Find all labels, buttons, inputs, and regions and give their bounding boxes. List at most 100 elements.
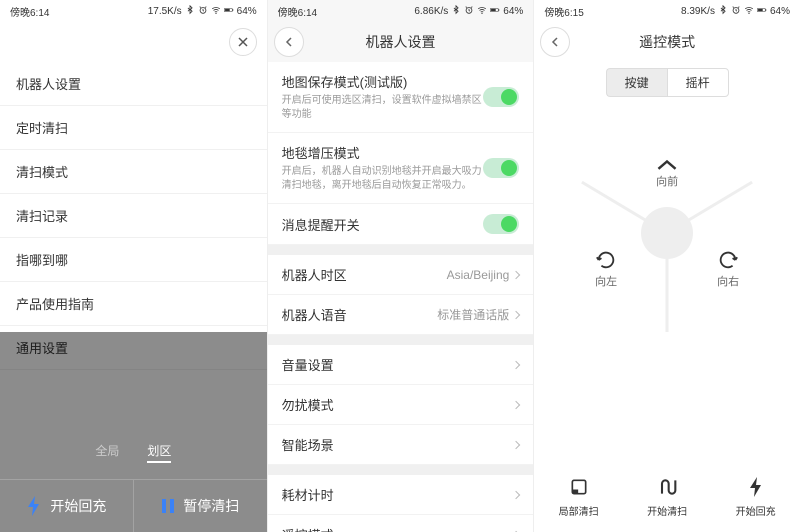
chevron-left-icon [284,37,294,47]
alarm-icon [731,5,741,18]
menu-list: 机器人设置 定时清扫 清扫模式 清扫记录 指哪到哪 产品使用指南 通用设置 [0,62,267,370]
action-recharge[interactable]: 开始回充 [0,480,133,532]
row-dnd[interactable]: 勿扰模式 [268,385,534,425]
row-voice[interactable]: 机器人语音 标准普通话版 [268,295,534,335]
row-value: Asia/Beijing [447,268,510,282]
status-speed: 8.39K/s [681,6,715,17]
action-pause[interactable]: 暂停清扫 [133,480,267,532]
page-header: 遥控模式 [534,22,800,62]
page-title: 遥控模式 [534,32,800,52]
close-icon [237,36,249,48]
close-row [0,22,267,62]
action-start-clean[interactable]: 开始清扫 [647,477,687,518]
dpad-right-label: 向右 [717,249,739,289]
row-map-save[interactable]: 地图保存模式(测试版) 开启后可使用选区清扫，设置软件虚拟墙禁区等功能 [268,62,534,133]
path-icon [657,477,677,497]
tab-buttons[interactable]: 按键 [606,68,667,97]
page-title: 机器人设置 [268,32,534,52]
row-title: 机器人时区 [282,265,347,284]
status-bar: 傍晚6:14 6.86K/s 64% [268,0,534,22]
status-time: 傍晚6:14 [10,4,49,19]
bolt-icon [26,496,42,516]
pause-icon [161,498,175,514]
menu-item-clean-mode[interactable]: 清扫模式 [0,150,267,194]
row-value: 标准普通话版 [437,306,509,323]
bluetooth-icon [185,5,195,18]
row-title: 耗材计时 [282,485,334,504]
action-label: 开始清扫 [647,503,687,518]
menu-item-clean-history[interactable]: 清扫记录 [0,194,267,238]
menu-item-scheduled-clean[interactable]: 定时清扫 [0,106,267,150]
action-pause-label: 暂停清扫 [183,496,239,516]
chevron-right-icon [512,310,520,318]
back-button[interactable] [274,27,304,57]
wifi-icon [477,5,487,18]
rotate-cw-icon [717,249,739,271]
action-recharge[interactable]: 开始回充 [736,477,776,518]
bluetooth-icon [451,5,461,18]
wifi-icon [211,5,221,18]
chevron-right-icon [512,270,520,278]
back-button[interactable] [540,27,570,57]
segment-full[interactable]: 全局 [95,442,119,463]
panel-robot-settings: 傍晚6:14 6.86K/s 64% 机器人设置 地图保存模式(测试版) 开启后… [267,0,534,532]
chevron-right-icon [512,400,520,408]
battery-icon [224,5,234,18]
status-bar: 傍晚6:15 8.39K/s 64% [534,0,800,22]
battery-icon [490,5,500,18]
segment-zone[interactable]: 划区 [147,442,171,463]
row-title: 音量设置 [282,355,334,374]
action-spot-clean[interactable]: 局部清扫 [559,477,599,518]
row-timezone[interactable]: 机器人时区 Asia/Beijing [268,255,534,295]
chevron-up-icon [656,159,678,171]
status-speed: 17.5K/s [148,6,182,17]
underlay-dimmed: 全局 划区 开始回充 暂停清扫 [0,332,267,532]
row-notification[interactable]: 消息提醒开关 [268,204,534,245]
chevron-right-icon [512,440,520,448]
battery-icon [757,5,767,18]
row-carpet-boost[interactable]: 地毯增压模式 开启后，机器人自动识别地毯并开启最大吸力清扫地毯，离开地毯后自动恢… [268,133,534,204]
row-smart-scene[interactable]: 智能场景 [268,425,534,465]
toggle-map-save[interactable] [483,87,519,107]
status-battery: 64% [770,6,790,17]
row-volume[interactable]: 音量设置 [268,345,534,385]
row-title: 地毯增压模式 [282,143,484,162]
alarm-icon [198,5,208,18]
rotate-ccw-icon [595,249,617,271]
dpad-forward-label: 向前 [656,159,678,189]
status-speed: 6.86K/s [414,6,448,17]
row-title: 机器人语音 [282,305,347,324]
dpad-left-label: 向左 [595,249,617,289]
spot-clean-icon [569,477,589,497]
chevron-left-icon [550,37,560,47]
page-header: 机器人设置 [268,22,534,62]
alarm-icon [464,5,474,18]
close-button[interactable] [229,28,257,56]
menu-item-goto-spot[interactable]: 指哪到哪 [0,238,267,282]
action-label: 局部清扫 [559,503,599,518]
panel-remote-control: 傍晚6:15 8.39K/s 64% 遥控模式 按键 摇杆 [533,0,800,532]
menu-item-user-guide[interactable]: 产品使用指南 [0,282,267,326]
action-row: 开始回充 暂停清扫 [0,479,267,532]
toggle-carpet-boost[interactable] [483,158,519,178]
bluetooth-icon [718,5,728,18]
status-battery: 64% [503,6,523,17]
row-title: 勿扰模式 [282,395,334,414]
panel-menu-sheet: 傍晚6:14 17.5K/s 64% 机器人设置 定时清扫 清扫模式 清扫记录 [0,0,267,532]
row-consumables[interactable]: 耗材计时 [268,475,534,515]
row-title: 遥控模式 [282,525,334,532]
tab-joystick[interactable]: 摇杆 [667,68,729,97]
bottom-actions: 局部清扫 开始清扫 开始回充 [534,477,800,518]
status-time: 傍晚6:14 [278,4,317,19]
row-desc: 开启后可使用选区清扫，设置软件虚拟墙禁区等功能 [282,94,484,122]
row-title: 消息提醒开关 [282,215,484,234]
status-battery: 64% [237,6,257,17]
segment-control: 全局 划区 [0,442,267,463]
remote-tabs: 按键 摇杆 [534,68,800,97]
row-desc: 开启后，机器人自动识别地毯并开启最大吸力清扫地毯，离开地毯后自动恢复正常吸力。 [282,165,484,193]
toggle-notification[interactable] [483,214,519,234]
menu-item-robot-settings[interactable]: 机器人设置 [0,62,267,106]
row-remote-mode[interactable]: 遥控模式 [268,515,534,532]
row-title: 智能场景 [282,435,334,454]
wifi-icon [744,5,754,18]
